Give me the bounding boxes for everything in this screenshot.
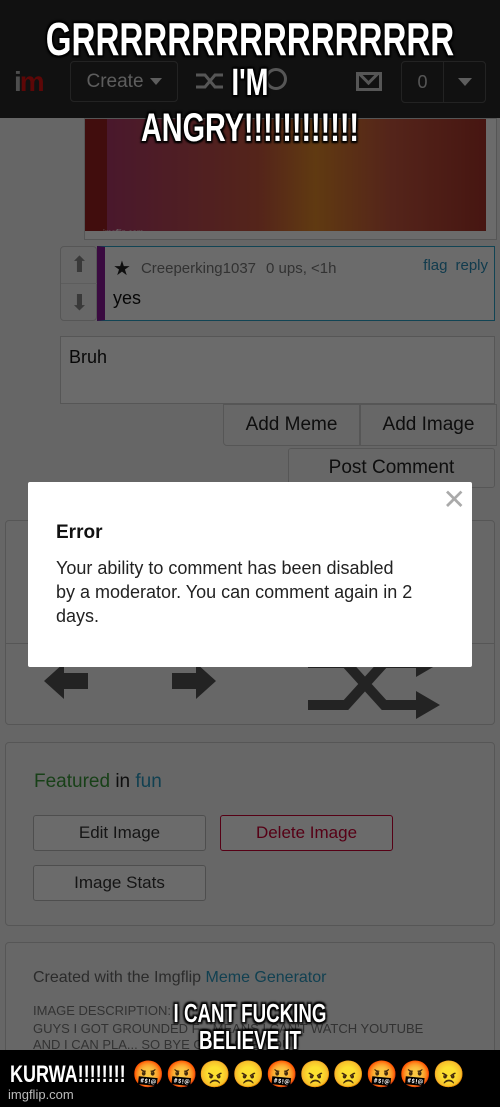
caption-bottom-text: KURWA!!!!!!!!	[10, 1060, 126, 1088]
error-dialog: ✕ Error Your ability to comment has been…	[28, 482, 472, 667]
close-icon[interactable]: ✕	[443, 486, 466, 514]
dialog-title: Error	[56, 522, 103, 543]
caption-top-line-1: GRRRRRRRRRRRRRRRR	[45, 13, 455, 65]
imgflip-watermark: imgflip.com	[8, 1087, 74, 1102]
caption-top-line-3: ANGRY!!!!!!!!!!!!	[140, 106, 360, 150]
caption-top-line-2: I'M	[231, 62, 269, 104]
dialog-message: Your ability to comment has been disable…	[56, 558, 413, 626]
angry-emoji-icons: 🤬🤬😠😠🤬😠😠🤬🤬😠	[132, 1059, 466, 1089]
caption-bottom: KURWA!!!!!!!! 🤬🤬😠😠🤬😠😠🤬🤬😠	[10, 1059, 466, 1090]
